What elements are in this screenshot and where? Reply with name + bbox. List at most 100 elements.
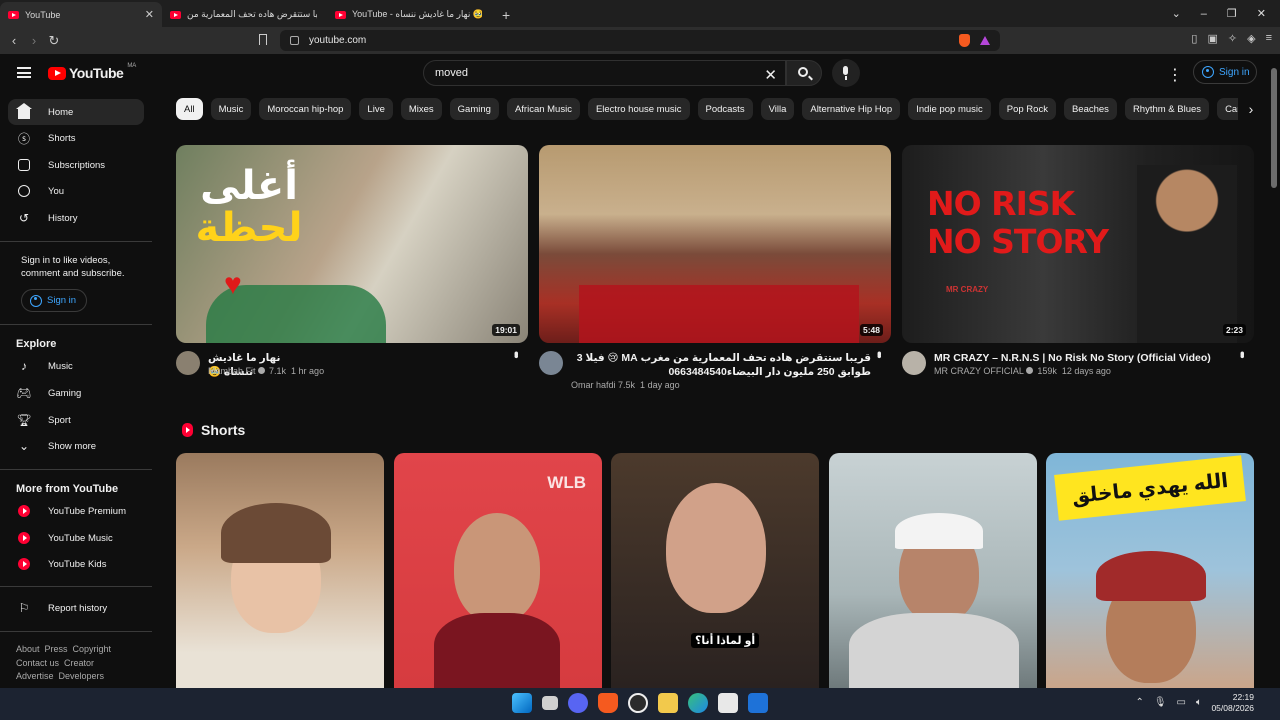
short-card[interactable] (176, 453, 384, 688)
guide-menu-icon[interactable] (17, 67, 31, 78)
video-thumbnail[interactable]: 5:48 (539, 145, 891, 343)
search-input[interactable]: moved ✕ (423, 60, 786, 86)
edge-icon[interactable] (688, 693, 708, 713)
footer-link-row[interactable]: About Press Copyright (16, 643, 146, 657)
browser-menu-icon[interactable]: ≡ (1266, 32, 1272, 45)
channel-name[interactable]: MR CRAZY OFFICIAL (934, 366, 1024, 376)
restore-icon[interactable]: ❐ (1227, 7, 1237, 20)
video-menu-icon[interactable]: ••• (872, 351, 887, 356)
chip[interactable]: Indie pop music (908, 98, 991, 120)
start-menu-icon[interactable] (512, 693, 532, 713)
chip[interactable]: Beaches (1063, 98, 1117, 120)
settings-more-icon[interactable]: ⋮ (1167, 65, 1183, 85)
video-title[interactable]: MR CRAZY – N.R.N.S | No Risk No Story (O… (934, 351, 1234, 365)
scrollbar-thumb[interactable] (1271, 68, 1277, 188)
file-explorer-icon[interactable] (658, 693, 678, 713)
channel-avatar[interactable] (902, 351, 926, 375)
task-view-icon[interactable] (542, 696, 558, 710)
sidebar-item-youtube-premium[interactable]: YouTube Premium (8, 498, 144, 524)
chip[interactable]: Music (210, 98, 252, 120)
video-thumbnail[interactable]: NO RISK NO STORY MR CRAZY 2:23 (902, 145, 1254, 343)
chip[interactable]: Rhythm & Blues (1124, 98, 1210, 120)
sidebar-item-report-history[interactable]: ⚐ Report history (8, 595, 144, 621)
sidebar-item-gaming[interactable]: 🎮︎ Gaming (8, 380, 144, 406)
browser-tab-2[interactable]: قريبا ستتقرض هاده تحف المعمارية من (162, 2, 327, 27)
clear-search-icon[interactable]: ✕ (764, 66, 777, 84)
chips-next-chevron-icon[interactable]: › (1238, 98, 1264, 122)
sidebar-item-show-more[interactable]: ⌄ Show more (8, 433, 144, 459)
back-icon[interactable]: ‹ (4, 33, 24, 48)
chatgpt-icon[interactable] (628, 693, 648, 713)
chip[interactable]: Gaming (449, 98, 499, 120)
page-scrollbar[interactable] (1268, 54, 1280, 688)
chip-all[interactable]: All (176, 98, 203, 120)
brave-rewards-icon[interactable] (980, 36, 990, 45)
mail-icon[interactable] (748, 693, 768, 713)
channel-name[interactable]: Mambah Fit (208, 366, 256, 376)
tray-overflow-icon[interactable]: ⌃ (1135, 697, 1143, 708)
browser-tab-3[interactable]: YouTube - نهار ما غاديش ننساه 🥹 (327, 2, 492, 27)
chip[interactable]: Mixes (400, 98, 442, 120)
bookmark-icon[interactable] (259, 34, 267, 45)
microphone-icon[interactable]: 🎙︎ (1154, 697, 1167, 708)
network-icon[interactable]: ▭ (1177, 697, 1186, 708)
short-card[interactable]: الله يهدي ماخلق (1046, 453, 1254, 688)
new-tab-button[interactable]: + (492, 7, 520, 27)
sidebar-item-subscriptions[interactable]: Subscriptions (8, 152, 144, 178)
channel-avatar[interactable] (539, 351, 563, 375)
volume-icon[interactable]: 🔈︎ (1196, 697, 1202, 708)
footer-link-row[interactable]: Advertise Developers (16, 670, 146, 684)
sidebar-item-home[interactable]: Home (8, 99, 144, 125)
brave-shield-icon[interactable] (959, 34, 970, 47)
chip[interactable]: Electro house music (587, 98, 690, 120)
sidebar-sign-in-button[interactable]: Sign in (21, 289, 87, 312)
sidebar-item-you[interactable]: You (8, 178, 144, 204)
site-info-icon[interactable] (290, 36, 299, 45)
tab-list-chevron-icon[interactable]: ⌄ (1172, 7, 1181, 20)
sidebar-item-history[interactable]: ↺ History (8, 205, 144, 231)
chip[interactable]: African Music (506, 98, 580, 120)
sidebar-item-youtube-kids[interactable]: YouTube Kids (8, 551, 144, 577)
video-menu-icon[interactable]: ••• (509, 351, 524, 356)
leo-ai-icon[interactable]: ✧ (1228, 32, 1237, 45)
chip[interactable]: Pop Rock (998, 98, 1056, 120)
tab-close-icon[interactable]: ✕ (145, 8, 154, 21)
video-title[interactable]: قريبا ستتقرض هاده تحف المعمارية من مغرب … (571, 351, 871, 379)
discord-icon[interactable] (568, 693, 588, 713)
clock[interactable]: 22:19 05/08/2026 (1211, 692, 1254, 714)
wallet-icon[interactable]: ▣ (1207, 32, 1217, 45)
reload-icon[interactable]: ↻ (44, 33, 64, 49)
youtube-logo[interactable]: YouTube MA (48, 63, 136, 81)
sign-in-button[interactable]: Sign in (1193, 60, 1257, 84)
channel-name[interactable]: Omar hafdi (571, 380, 616, 390)
video-card[interactable]: أغلى لحظة ♥ 19:01 نهار ما غاديش ننساه 🥹 … (176, 145, 528, 403)
short-card[interactable]: WLB (394, 453, 602, 688)
short-card[interactable]: أو لماذا أنا؟ (611, 453, 819, 688)
chip[interactable]: Podcasts (697, 98, 753, 120)
video-menu-icon[interactable]: ••• (1235, 351, 1250, 356)
address-field[interactable]: youtube.com (280, 30, 1000, 51)
channel-avatar[interactable] (176, 351, 200, 375)
chip[interactable]: Alternative Hip Hop (802, 98, 901, 120)
forward-icon[interactable]: › (24, 33, 44, 48)
sidebar-item-sport[interactable]: 🏆︎ Sport (8, 407, 144, 433)
video-card[interactable]: 5:48 قريبا ستتقرض هاده تحف المعمارية من … (539, 145, 891, 403)
microsoft-store-icon[interactable] (718, 693, 738, 713)
video-card[interactable]: NO RISK NO STORY MR CRAZY 2:23 MR CRAZY … (902, 145, 1254, 403)
footer-link-row[interactable]: Contact us Creator (16, 657, 146, 671)
sidebar-item-shorts[interactable]: ⓢ Shorts (8, 125, 144, 151)
chip[interactable]: Villa (760, 98, 795, 120)
short-card[interactable] (829, 453, 1037, 688)
close-window-icon[interactable]: ✕ (1257, 7, 1266, 20)
video-thumbnail[interactable]: أغلى لحظة ♥ 19:01 (176, 145, 528, 343)
chip[interactable]: Moroccan hip-hop (259, 98, 352, 120)
sidebar-item-music[interactable]: ♪ Music (8, 353, 144, 379)
voice-search-button[interactable] (832, 59, 860, 87)
brave-browser-icon[interactable] (598, 693, 618, 713)
minimize-icon[interactable]: – (1201, 8, 1207, 20)
browser-tab-youtube[interactable]: YouTube ✕ (0, 2, 162, 27)
chip[interactable]: Live (359, 98, 393, 120)
sidebar-item-youtube-music[interactable]: YouTube Music (8, 525, 144, 551)
search-button[interactable] (786, 60, 822, 86)
sidebar-toggle-icon[interactable]: ▯ (1191, 32, 1197, 45)
